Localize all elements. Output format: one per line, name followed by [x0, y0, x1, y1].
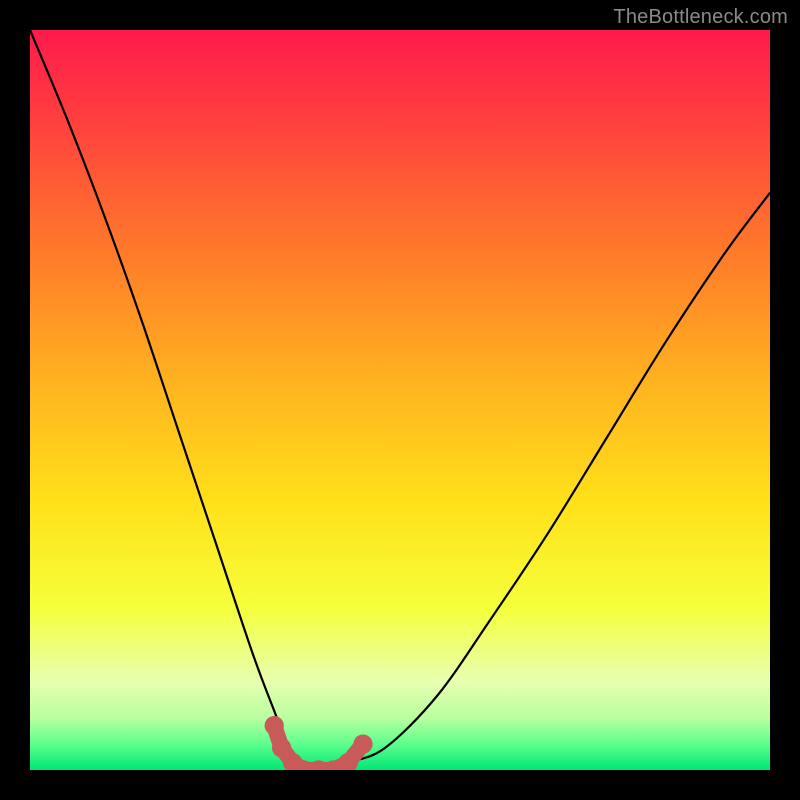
chart-svg: [30, 30, 770, 770]
watermark-text: TheBottleneck.com: [613, 6, 788, 29]
marker-dot: [353, 734, 372, 753]
optimal-markers: [265, 716, 373, 770]
marker-dot: [265, 716, 284, 735]
plot-area: [30, 30, 770, 770]
outer-frame: TheBottleneck.com: [0, 0, 800, 800]
bottleneck-curve: [30, 30, 770, 770]
